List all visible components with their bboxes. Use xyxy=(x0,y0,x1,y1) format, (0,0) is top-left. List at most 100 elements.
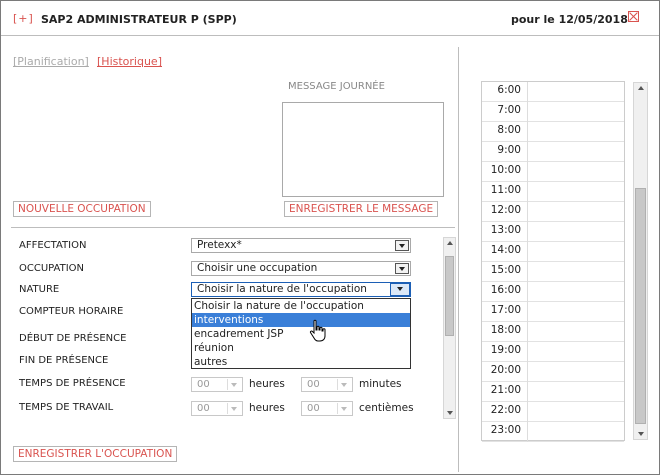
temps-travail-label: TEMPS DE TRAVAIL xyxy=(19,402,114,413)
travail-centiemes-value: 00 xyxy=(307,403,320,414)
affectation-select[interactable]: Pretexx* xyxy=(191,238,411,253)
nature-dropdown-list: Choisir la nature de l'occupation interv… xyxy=(191,298,411,369)
timeline-hour-label: 17:00 xyxy=(482,302,528,322)
enregistrer-message-button[interactable]: ENREGISTRER LE MESSAGE xyxy=(284,201,439,217)
debut-presence-label: DÉBUT DE PRÉSENCE xyxy=(19,333,127,344)
presence-hours-select[interactable]: 00 xyxy=(191,377,243,392)
timeline-row[interactable]: 23:00 xyxy=(482,422,624,442)
close-icon[interactable] xyxy=(628,11,639,22)
timeline-hour-label: 12:00 xyxy=(482,202,528,222)
timeline-row[interactable]: 11:00 xyxy=(482,182,624,202)
timeline-row[interactable]: 20:00 xyxy=(482,362,624,382)
nature-select[interactable]: Choisir la nature de l'occupation xyxy=(191,282,411,297)
timeline-row[interactable]: 6:00 xyxy=(482,82,624,102)
temps-presence-label: TEMPS DE PRÉSENCE xyxy=(19,378,126,389)
travail-centiemes-select[interactable]: 00 xyxy=(301,401,353,416)
timeline-row[interactable]: 14:00 xyxy=(482,242,624,262)
occupation-window: [+] SAP2 ADMINISTRATEUR P (SPP) pour le … xyxy=(0,0,660,475)
timeline-row[interactable]: 9:00 xyxy=(482,142,624,162)
occupation-select[interactable]: Choisir une occupation xyxy=(191,261,411,276)
timeline-hour-label: 8:00 xyxy=(482,122,528,142)
occupation-label: OCCUPATION xyxy=(19,263,85,274)
timeline-row[interactable]: 17:00 xyxy=(482,302,624,322)
nature-value: Choisir la nature de l'occupation xyxy=(197,283,367,295)
nature-option[interactable]: Choisir la nature de l'occupation xyxy=(192,299,410,313)
scroll-down-icon[interactable] xyxy=(444,406,455,418)
scroll-up-icon[interactable] xyxy=(444,238,455,250)
timeline-row[interactable]: 21:00 xyxy=(482,382,624,402)
form-scrollbar-thumb[interactable] xyxy=(445,256,454,336)
compteur-horaire-label: COMPTEUR HORAIRE xyxy=(19,306,124,317)
timeline-row[interactable]: 18:00 xyxy=(482,322,624,342)
affectation-label: AFFECTATION xyxy=(19,240,87,251)
nature-option[interactable]: réunion xyxy=(192,341,410,355)
chevron-down-icon[interactable] xyxy=(390,283,410,296)
chevron-down-icon[interactable] xyxy=(227,403,241,414)
day-timeline: 6:00 7:00 8:00 9:00 10:00 11:00 12:00 13:00 14:0… xyxy=(481,81,625,442)
scroll-up-icon[interactable] xyxy=(634,83,647,95)
chevron-down-icon[interactable] xyxy=(227,379,241,390)
presence-minutes-value: 00 xyxy=(307,379,320,390)
timeline-hour-label: 16:00 xyxy=(482,282,528,302)
timeline-hour-label: 10:00 xyxy=(482,162,528,182)
timeline-hour-label: 22:00 xyxy=(482,402,528,422)
travail-hours-unit: heures xyxy=(249,402,285,414)
travail-hours-value: 00 xyxy=(197,403,210,414)
scroll-down-icon[interactable] xyxy=(634,427,647,439)
timeline-hour-label: 11:00 xyxy=(482,182,528,202)
hand-pointer-icon xyxy=(309,319,326,342)
timeline-row[interactable]: 16:00 xyxy=(482,282,624,302)
enregistrer-occupation-button[interactable]: ENREGISTRER L'OCCUPATION xyxy=(13,446,178,462)
presence-hours-value: 00 xyxy=(197,379,210,390)
planification-link[interactable]: [Planification] xyxy=(13,55,89,68)
nouvelle-occupation-button[interactable]: NOUVELLE OCCUPATION xyxy=(13,201,151,217)
timeline-hour-label: 18:00 xyxy=(482,322,528,342)
page-title: SAP2 ADMINISTRATEUR P (SPP) xyxy=(41,13,237,26)
header-divider xyxy=(1,35,659,36)
presence-minutes-unit: minutes xyxy=(359,378,402,390)
date-label: pour le 12/05/2018 xyxy=(511,13,628,26)
chevron-down-icon[interactable] xyxy=(337,379,351,390)
presence-minutes-select[interactable]: 00 xyxy=(301,377,353,392)
timeline-hour-label: 15:00 xyxy=(482,262,528,282)
message-journee-textarea[interactable] xyxy=(282,102,444,197)
nature-option[interactable]: autres xyxy=(192,355,410,369)
fin-presence-label: FIN DE PRÉSENCE xyxy=(19,355,109,366)
form-scrollbar[interactable] xyxy=(443,237,456,419)
travail-centiemes-unit: centièmes xyxy=(359,402,414,414)
timeline-hour-label: 7:00 xyxy=(482,102,528,122)
timeline-scrollbar[interactable] xyxy=(633,82,648,440)
chevron-down-icon[interactable] xyxy=(395,240,409,251)
timeline-row[interactable]: 8:00 xyxy=(482,122,624,142)
message-journee-label: MESSAGE JOURNÉE xyxy=(288,81,385,92)
timeline-hour-label: 13:00 xyxy=(482,222,528,242)
expand-plus-icon[interactable]: [+] xyxy=(13,12,34,25)
timeline-row[interactable]: 12:00 xyxy=(482,202,624,222)
timeline-row[interactable]: 15:00 xyxy=(482,262,624,282)
affectation-value: Pretexx* xyxy=(197,239,242,251)
travail-hours-select[interactable]: 00 xyxy=(191,401,243,416)
panel-divider xyxy=(458,47,459,472)
chevron-down-icon[interactable] xyxy=(337,403,351,414)
occupation-value: Choisir une occupation xyxy=(197,262,318,274)
timeline-row[interactable]: 10:00 xyxy=(482,162,624,182)
presence-hours-unit: heures xyxy=(249,378,285,390)
timeline-hour-label: 19:00 xyxy=(482,342,528,362)
nature-option-highlighted[interactable]: interventions xyxy=(192,313,410,327)
timeline-hour-label: 9:00 xyxy=(482,142,528,162)
timeline-row[interactable]: 22:00 xyxy=(482,402,624,422)
timeline-scrollbar-thumb[interactable] xyxy=(635,188,646,424)
historique-link[interactable]: [Historique] xyxy=(97,55,162,68)
timeline-hour-label: 21:00 xyxy=(482,382,528,402)
timeline-hour-label: 14:00 xyxy=(482,242,528,262)
timeline-hour-label: 23:00 xyxy=(482,422,528,442)
section-divider xyxy=(11,227,455,228)
timeline-row[interactable]: 13:00 xyxy=(482,222,624,242)
timeline-row[interactable]: 19:00 xyxy=(482,342,624,362)
timeline-hour-label: 6:00 xyxy=(482,82,528,102)
nature-label: NATURE xyxy=(19,284,60,295)
chevron-down-icon[interactable] xyxy=(395,263,409,274)
timeline-row[interactable]: 7:00 xyxy=(482,102,624,122)
timeline-hour-label: 20:00 xyxy=(482,362,528,382)
nature-option[interactable]: encadrement JSP xyxy=(192,327,410,341)
